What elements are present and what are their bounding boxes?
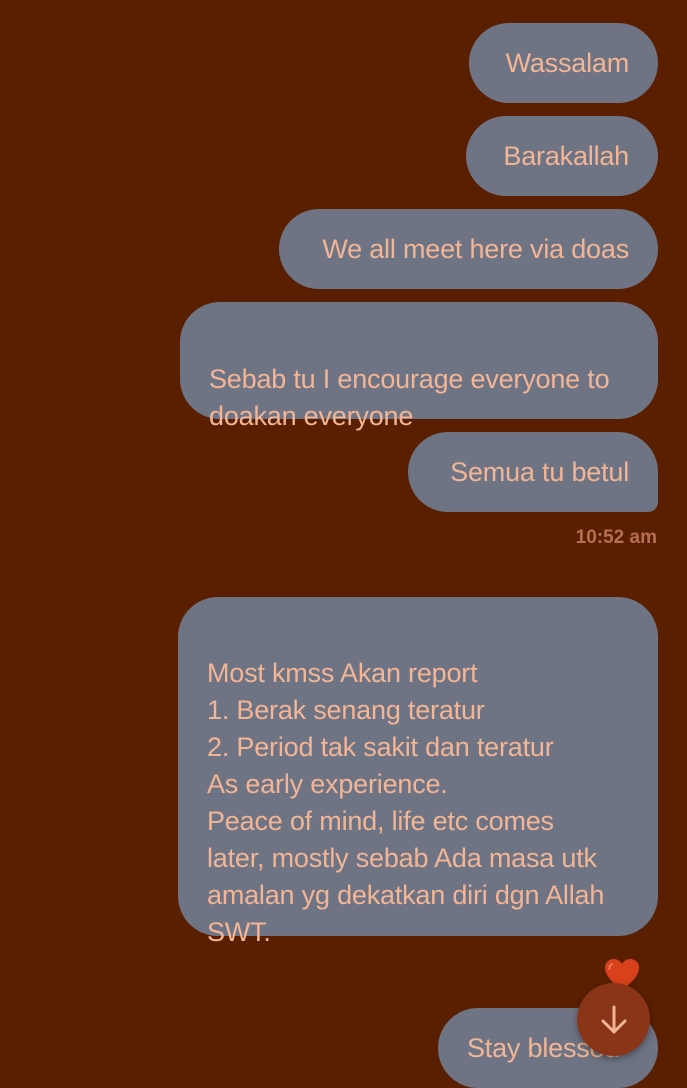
message-bubble[interactable]: Most kmss Akan report 1. Berak senang te…: [178, 597, 658, 947]
message-text: We all meet here via doas: [322, 233, 629, 264]
arrow-down-icon: [601, 1005, 626, 1033]
message-bubble[interactable]: Semua tu betul: [408, 432, 658, 512]
message-bubble[interactable]: Sebab tu I encourage everyone to doakan …: [180, 302, 658, 431]
message-timestamp: 10:52 am: [575, 527, 657, 548]
message-bubble[interactable]: Barakallah: [466, 116, 658, 196]
message-bubble[interactable]: We all meet here via doas: [279, 209, 658, 289]
message-text: Wassalam: [505, 47, 630, 78]
scroll-to-bottom-button[interactable]: [577, 983, 650, 1056]
message-text: Most kmss Akan report 1. Berak senang te…: [207, 658, 605, 947]
message-text: Semua tu betul: [450, 456, 629, 487]
message-bubble[interactable]: Wassalam: [469, 23, 658, 103]
message-text: Barakallah: [503, 140, 629, 171]
message-text: Sebab tu I encourage everyone to doakan …: [209, 364, 610, 431]
